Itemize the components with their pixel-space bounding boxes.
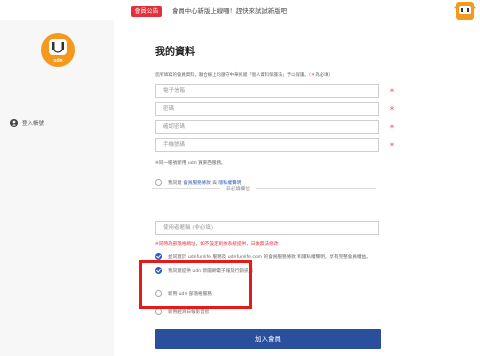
- logo-text: udn: [53, 58, 62, 64]
- udn-mascot-logo[interactable]: udn: [41, 33, 75, 67]
- login-label: 登入帳號: [22, 121, 45, 127]
- notice-text[interactable]: 會員中心新版上線囉！趕快來試試新版吧: [172, 6, 287, 17]
- optional-divider: [152, 188, 376, 189]
- nickname-field[interactable]: 使用者暱稱 (非必填): [155, 221, 379, 235]
- page-title: 我的資料: [155, 47, 195, 58]
- intro-main: 您所填寫的會員資料，聯合線上均遵守中華民國「個人資料保護法」予以保護。（: [155, 73, 311, 78]
- required-mark: ＊: [389, 124, 396, 131]
- confirm-password-field[interactable]: 確認密碼: [155, 120, 379, 134]
- top-notice-bar: 會員公告 會員中心新版上線囉！趕快來試試新版吧: [0, 0, 480, 20]
- agree-terms-checkbox[interactable]: [155, 179, 162, 186]
- email-field[interactable]: 電子信箱: [155, 84, 379, 98]
- required-mark: ＊: [389, 88, 396, 95]
- service-hint: ※同一帳號新用 udn 買東西服務。: [155, 161, 226, 166]
- join-member-button[interactable]: 加入會員: [155, 329, 381, 349]
- annotation-highlight-box: [139, 260, 252, 309]
- required-mark: ＊: [389, 142, 396, 149]
- phone-field[interactable]: 手機號碼: [155, 138, 379, 152]
- sidebar: udn 登入帳號: [0, 20, 114, 356]
- agree-prefix: 我同意: [168, 181, 184, 186]
- intro-text: 您所填寫的會員資料，聯合線上均遵守中華民國「個人資料保護法」予以保護。（＊為必填…: [155, 72, 395, 78]
- notice-badge: 會員公告: [131, 6, 162, 17]
- terms-link[interactable]: 會員服務條款: [183, 181, 211, 186]
- user-icon: [10, 119, 18, 127]
- password-field[interactable]: 密碼: [155, 102, 379, 116]
- login-link[interactable]: 登入帳號: [10, 118, 44, 128]
- mascot-icon: [454, 2, 476, 20]
- optional-divider-label: 非必填欄位: [220, 185, 256, 192]
- required-mark: ＊: [389, 106, 396, 113]
- intro-tail: 為必填）: [315, 73, 333, 78]
